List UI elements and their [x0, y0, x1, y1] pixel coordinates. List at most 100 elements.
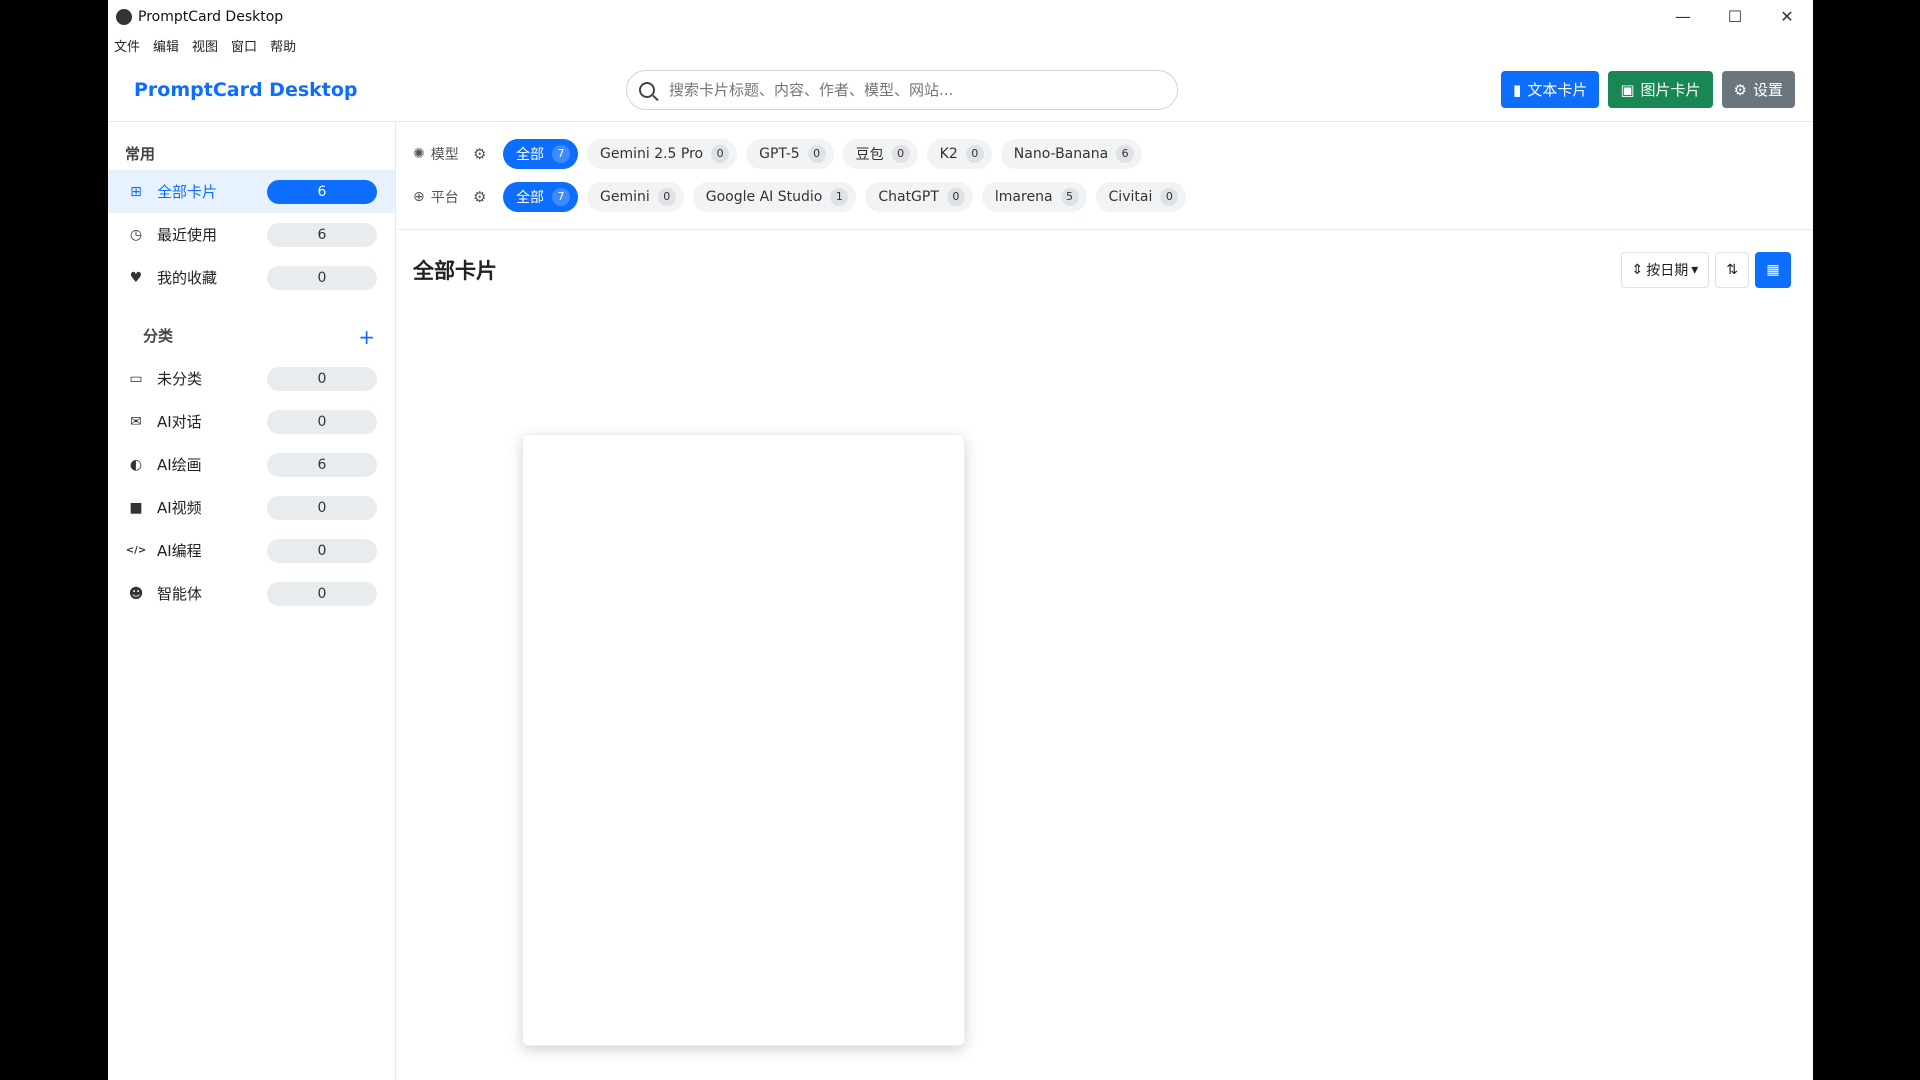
platform-filter-row: ⊕ 平台 ⚙ 全部 7 Gemini 0 Google AI Studio 1 Chat…: [413, 182, 1813, 212]
sidebar-item-label: 最近使用: [157, 226, 218, 244]
sort-order-button[interactable]: ⇅: [1715, 252, 1749, 288]
robot-icon: ☻: [128, 585, 144, 602]
chat-icon: ✉: [130, 413, 142, 430]
count-badge: 0: [267, 581, 377, 606]
chip-count: 0: [711, 145, 730, 163]
model-chip-gpt5[interactable]: GPT-5 0: [746, 139, 834, 169]
add-category-button[interactable]: +: [358, 325, 375, 357]
count-badge: 0: [267, 409, 377, 434]
new-image-card-button[interactable]: ▣ 图片卡片: [1608, 71, 1713, 108]
new-text-card-label: 文本卡片: [1527, 81, 1588, 99]
main-area: ✺ 模型 ⚙ 全部 7 Gemini 2.5 Pro 0 GPT-5 0 豆包 0 K2 0…: [396, 122, 1813, 1080]
sort-icon: ⇕: [1631, 262, 1644, 278]
palette-icon: ◐: [129, 456, 143, 473]
sidebar-item-label: AI编程: [157, 542, 202, 560]
window-title: PromptCard Desktop: [138, 8, 284, 25]
sidebar-item-label: 未分类: [157, 370, 203, 388]
grid-icon: ⊞: [130, 183, 142, 200]
sidebar-item-ai-video[interactable]: ■ AI视频 0: [108, 486, 395, 529]
model-chip-all[interactable]: 全部 7: [503, 139, 578, 169]
chip-count: 0: [807, 145, 826, 163]
heart-icon: ♥: [129, 269, 143, 286]
chip-count: 1: [830, 188, 849, 206]
chip-count: 5: [1060, 188, 1079, 206]
menu-view[interactable]: 视图: [192, 36, 218, 55]
image-icon: ▣: [1620, 80, 1635, 99]
inbox-icon: ▭: [129, 370, 143, 387]
sort-by-date-dropdown[interactable]: ⇕ 按日期 ▾: [1620, 252, 1710, 288]
platform-chip-lmarena[interactable]: lmarena 5: [981, 182, 1087, 212]
platform-chip-google-ai-studio[interactable]: Google AI Studio 1: [692, 182, 857, 212]
model-chip-k2[interactable]: K2 0: [926, 139, 992, 169]
sidebar-item-label: 我的收藏: [157, 269, 218, 287]
model-chip-doubao[interactable]: 豆包 0: [842, 139, 918, 169]
search-icon: [639, 81, 655, 98]
content-header: 全部卡片 ⇕ 按日期 ▾ ⇅ ▦: [396, 230, 1813, 310]
close-icon[interactable]: ✕: [1761, 0, 1813, 33]
chip-count: 0: [965, 145, 984, 163]
chip-label: Gemini 2.5 Pro: [600, 146, 704, 162]
sidebar-item-label: AI视频: [157, 499, 202, 517]
sidebar-item-agents[interactable]: ☻ 智能体 0: [108, 572, 395, 615]
video-icon: ■: [129, 499, 143, 516]
menu-edit[interactable]: 编辑: [153, 36, 179, 55]
chip-label: lmarena: [994, 189, 1053, 205]
count-badge: 0: [267, 538, 377, 563]
platform-chip-civitai[interactable]: Civitai 0: [1095, 182, 1187, 212]
card-grid: [396, 310, 1813, 1080]
menu-help[interactable]: 帮助: [270, 36, 296, 55]
platform-chip-chatgpt[interactable]: ChatGPT 0: [865, 182, 973, 212]
sidebar-item-ai-chat[interactable]: ✉ AI对话 0: [108, 400, 395, 443]
sidebar-item-ai-coding[interactable]: </> AI编程 0: [108, 529, 395, 572]
code-icon: </>: [125, 545, 147, 556]
caret-down-icon: ▾: [1691, 262, 1699, 278]
search-box[interactable]: [626, 69, 1178, 110]
sort-order-icon: ⇅: [1726, 262, 1738, 278]
file-icon: ▮: [1513, 80, 1522, 99]
chip-count: 0: [946, 188, 965, 206]
menu-bar: 文件 编辑 视图 窗口 帮助: [108, 33, 1813, 58]
page-title: 全部卡片: [413, 259, 497, 283]
count-badge: 0: [267, 495, 377, 520]
model-chip-gemini-25-pro[interactable]: Gemini 2.5 Pro 0: [587, 139, 738, 169]
chip-label: Nano-Banana: [1013, 146, 1109, 162]
gear-icon: ⚙: [1733, 80, 1747, 99]
sidebar-item-all-cards[interactable]: ⊞ 全部卡片 6: [108, 170, 395, 213]
sidebar-item-favorites[interactable]: ♥ 我的收藏 0: [108, 256, 395, 299]
chip-count: 0: [1160, 188, 1179, 206]
sidebar: 常用 ⊞ 全部卡片 6 ◷ 最近使用 6 ♥ 我的收藏 0 分类 + ▭ 未分类 0 ✉ AI对话…: [108, 122, 396, 1080]
model-settings-icon[interactable]: ⚙: [473, 145, 503, 163]
platform-settings-icon[interactable]: ⚙: [473, 188, 503, 206]
settings-label: 设置: [1752, 81, 1783, 99]
sort-label: 按日期: [1646, 263, 1689, 279]
model-label-text: 模型: [430, 147, 459, 163]
model-filter-row: ✺ 模型 ⚙ 全部 7 Gemini 2.5 Pro 0 GPT-5 0 豆包 0 K2 0…: [413, 139, 1813, 169]
cpu-icon: ✺: [413, 146, 425, 162]
globe-icon: ⊕: [413, 189, 425, 205]
search-input[interactable]: [669, 80, 1149, 99]
chip-label: K2: [939, 146, 958, 162]
new-text-card-button[interactable]: ▮ 文本卡片: [1501, 71, 1600, 108]
menu-window[interactable]: 窗口: [231, 36, 257, 55]
minimize-icon[interactable]: —: [1657, 0, 1709, 33]
sidebar-item-uncategorized[interactable]: ▭ 未分类 0: [108, 357, 395, 400]
platform-label-text: 平台: [430, 190, 459, 206]
model-chip-nano-banana[interactable]: Nano-Banana 6: [1000, 139, 1143, 169]
app-logo-icon: [116, 8, 132, 25]
maximize-icon[interactable]: ☐: [1709, 0, 1761, 33]
chip-count: 6: [1116, 145, 1135, 163]
grid-view-button[interactable]: ▦: [1755, 252, 1791, 288]
count-badge: 0: [267, 366, 377, 391]
settings-button[interactable]: ⚙ 设置: [1721, 71, 1795, 108]
model-filter-label: ✺ 模型: [413, 144, 473, 164]
sidebar-item-recent[interactable]: ◷ 最近使用 6: [108, 213, 395, 256]
platform-chip-all[interactable]: 全部 7: [503, 182, 578, 212]
count-badge: 6: [267, 179, 377, 204]
platform-chip-gemini[interactable]: Gemini 0: [587, 182, 684, 212]
section-category-title: 分类 +: [108, 307, 395, 357]
chip-label: Gemini: [600, 189, 650, 205]
sidebar-item-ai-painting[interactable]: ◐ AI绘画 6: [108, 443, 395, 486]
menu-file[interactable]: 文件: [114, 36, 140, 55]
brand-title: PromptCard Desktop: [134, 78, 358, 101]
prompt-card[interactable]: [522, 434, 965, 1046]
